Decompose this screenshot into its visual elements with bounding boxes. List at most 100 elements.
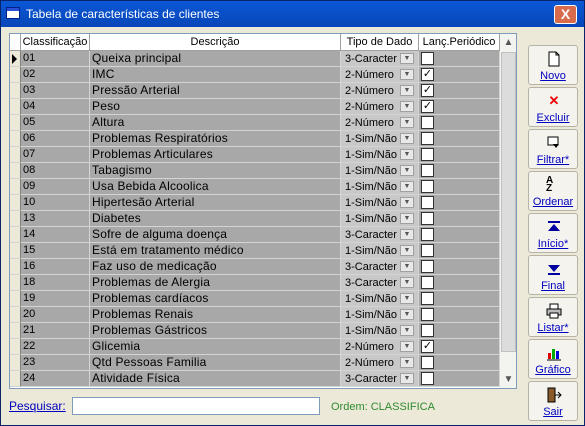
cell-descricao[interactable]: Está em tratamento médico bbox=[90, 243, 341, 259]
lanc-periodico-checkbox[interactable] bbox=[421, 292, 434, 305]
cell-lanc-periodico[interactable] bbox=[419, 323, 500, 339]
cell-classificacao[interactable]: 04 bbox=[21, 99, 90, 115]
cell-descricao[interactable]: Problemas Renais bbox=[90, 307, 341, 323]
header-descricao[interactable]: Descrição bbox=[90, 34, 341, 50]
chevron-down-icon[interactable]: ▼ bbox=[400, 69, 414, 80]
chevron-down-icon[interactable]: ▼ bbox=[400, 245, 414, 256]
cell-descricao[interactable]: Problemas Gástricos bbox=[90, 323, 341, 339]
cell-descricao[interactable]: Atividade Física bbox=[90, 371, 341, 387]
cell-tipo-dado[interactable]: 3-Caracter ▼ bbox=[341, 275, 419, 291]
cell-classificacao[interactable]: 20 bbox=[21, 307, 90, 323]
cell-tipo-dado[interactable]: 3-Caracter ▼ bbox=[341, 51, 419, 67]
cell-descricao[interactable]: Queixa principal bbox=[90, 51, 341, 67]
cell-lanc-periodico[interactable] bbox=[419, 275, 500, 291]
table-row[interactable]: 14 Sofre de alguma doença 3-Caracter ▼ bbox=[10, 227, 500, 243]
cell-descricao[interactable]: Tabagismo bbox=[90, 163, 341, 179]
cell-classificacao[interactable]: 21 bbox=[21, 323, 90, 339]
cell-classificacao[interactable]: 06 bbox=[21, 131, 90, 147]
chevron-down-icon[interactable]: ▼ bbox=[400, 133, 414, 144]
cell-classificacao[interactable]: 07 bbox=[21, 147, 90, 163]
cell-lanc-periodico[interactable]: ✓ bbox=[419, 99, 500, 115]
cell-descricao[interactable]: Problemas Articulares bbox=[90, 147, 341, 163]
header-tipo-dado[interactable]: Tipo de Dado bbox=[341, 34, 419, 50]
row-indicator[interactable] bbox=[10, 259, 21, 275]
cell-classificacao[interactable]: 16 bbox=[21, 259, 90, 275]
lanc-periodico-checkbox[interactable]: ✓ bbox=[421, 84, 434, 97]
lanc-periodico-checkbox[interactable] bbox=[421, 52, 434, 65]
listar-button[interactable]: Listar* bbox=[528, 297, 578, 337]
cell-lanc-periodico[interactable] bbox=[419, 307, 500, 323]
header-lanc-periodico[interactable]: Lanç.Periódico bbox=[419, 34, 500, 50]
cell-lanc-periodico[interactable] bbox=[419, 259, 500, 275]
grafico-button[interactable]: Gráfico bbox=[528, 339, 578, 379]
cell-lanc-periodico[interactable]: ✓ bbox=[419, 67, 500, 83]
chevron-down-icon[interactable]: ▼ bbox=[400, 101, 414, 112]
lanc-periodico-checkbox[interactable] bbox=[421, 148, 434, 161]
row-indicator[interactable] bbox=[10, 115, 21, 131]
chevron-down-icon[interactable]: ▼ bbox=[400, 85, 414, 96]
cell-lanc-periodico[interactable]: ✓ bbox=[419, 83, 500, 99]
cell-tipo-dado[interactable]: 2-Número ▼ bbox=[341, 339, 419, 355]
cell-tipo-dado[interactable]: 2-Número ▼ bbox=[341, 355, 419, 371]
lanc-periodico-checkbox[interactable] bbox=[421, 180, 434, 193]
cell-classificacao[interactable]: 05 bbox=[21, 115, 90, 131]
lanc-periodico-checkbox[interactable] bbox=[421, 132, 434, 145]
cell-classificacao[interactable]: 19 bbox=[21, 291, 90, 307]
final-button[interactable]: Final bbox=[528, 255, 578, 295]
cell-classificacao[interactable]: 18 bbox=[21, 275, 90, 291]
cell-lanc-periodico[interactable] bbox=[419, 371, 500, 387]
cell-descricao[interactable]: Problemas de Alergia bbox=[90, 275, 341, 291]
title-bar[interactable]: Tabela de características de clientes X bbox=[1, 1, 584, 27]
cell-descricao[interactable]: Altura bbox=[90, 115, 341, 131]
cell-tipo-dado[interactable]: 3-Caracter ▼ bbox=[341, 227, 419, 243]
chevron-down-icon[interactable]: ▼ bbox=[400, 165, 414, 176]
cell-lanc-periodico[interactable] bbox=[419, 51, 500, 67]
cell-tipo-dado[interactable]: 1-Sim/Não ▼ bbox=[341, 131, 419, 147]
cell-tipo-dado[interactable]: 1-Sim/Não ▼ bbox=[341, 307, 419, 323]
row-indicator[interactable] bbox=[10, 67, 21, 83]
table-row[interactable]: 23 Qtd Pessoas Familia 2-Número ▼ bbox=[10, 355, 500, 371]
cell-classificacao[interactable]: 09 bbox=[21, 179, 90, 195]
chevron-down-icon[interactable]: ▼ bbox=[400, 325, 414, 336]
cell-lanc-periodico[interactable] bbox=[419, 227, 500, 243]
table-row[interactable]: 13 Diabetes 1-Sim/Não ▼ bbox=[10, 211, 500, 227]
cell-tipo-dado[interactable]: 1-Sim/Não ▼ bbox=[341, 163, 419, 179]
table-row[interactable]: 09 Usa Bebida Alcoolica 1-Sim/Não ▼ bbox=[10, 179, 500, 195]
lanc-periodico-checkbox[interactable] bbox=[421, 324, 434, 337]
lanc-periodico-checkbox[interactable] bbox=[421, 116, 434, 129]
row-indicator[interactable] bbox=[10, 307, 21, 323]
cell-descricao[interactable]: Faz uso de medicação bbox=[90, 259, 341, 275]
filtrar-button[interactable]: Filtrar* bbox=[528, 129, 578, 169]
cell-tipo-dado[interactable]: 1-Sim/Não ▼ bbox=[341, 291, 419, 307]
chevron-down-icon[interactable]: ▼ bbox=[400, 309, 414, 320]
chevron-down-icon[interactable]: ▼ bbox=[400, 149, 414, 160]
cell-classificacao[interactable]: 14 bbox=[21, 227, 90, 243]
chevron-down-icon[interactable]: ▼ bbox=[400, 293, 414, 304]
chevron-down-icon[interactable]: ▼ bbox=[400, 261, 414, 272]
scroll-down-icon[interactable]: ▼ bbox=[500, 371, 516, 388]
cell-lanc-periodico[interactable] bbox=[419, 211, 500, 227]
cell-lanc-periodico[interactable] bbox=[419, 147, 500, 163]
chevron-down-icon[interactable]: ▼ bbox=[400, 277, 414, 288]
cell-lanc-periodico[interactable] bbox=[419, 163, 500, 179]
table-row[interactable]: 21 Problemas Gástricos 1-Sim/Não ▼ bbox=[10, 323, 500, 339]
lanc-periodico-checkbox[interactable] bbox=[421, 212, 434, 225]
chevron-down-icon[interactable]: ▼ bbox=[400, 213, 414, 224]
cell-tipo-dado[interactable]: 1-Sim/Não ▼ bbox=[341, 211, 419, 227]
cell-tipo-dado[interactable]: 3-Caracter ▼ bbox=[341, 371, 419, 387]
cell-classificacao[interactable]: 24 bbox=[21, 371, 90, 387]
row-indicator[interactable] bbox=[10, 291, 21, 307]
row-indicator[interactable] bbox=[10, 243, 21, 259]
lanc-periodico-checkbox[interactable] bbox=[421, 228, 434, 241]
cell-descricao[interactable]: Problemas cardíacos bbox=[90, 291, 341, 307]
cell-tipo-dado[interactable]: 1-Sim/Não ▼ bbox=[341, 243, 419, 259]
cell-classificacao[interactable]: 03 bbox=[21, 83, 90, 99]
table-row[interactable]: 06 Problemas Respiratórios 1-Sim/Não ▼ bbox=[10, 131, 500, 147]
lanc-periodico-checkbox[interactable]: ✓ bbox=[421, 100, 434, 113]
data-grid[interactable]: Classificação Descrição Tipo de Dado Lan… bbox=[9, 33, 517, 389]
cell-lanc-periodico[interactable] bbox=[419, 131, 500, 147]
cell-tipo-dado[interactable]: 1-Sim/Não ▼ bbox=[341, 147, 419, 163]
table-row[interactable]: 08 Tabagismo 1-Sim/Não ▼ bbox=[10, 163, 500, 179]
chevron-down-icon[interactable]: ▼ bbox=[400, 197, 414, 208]
row-indicator[interactable] bbox=[10, 195, 21, 211]
